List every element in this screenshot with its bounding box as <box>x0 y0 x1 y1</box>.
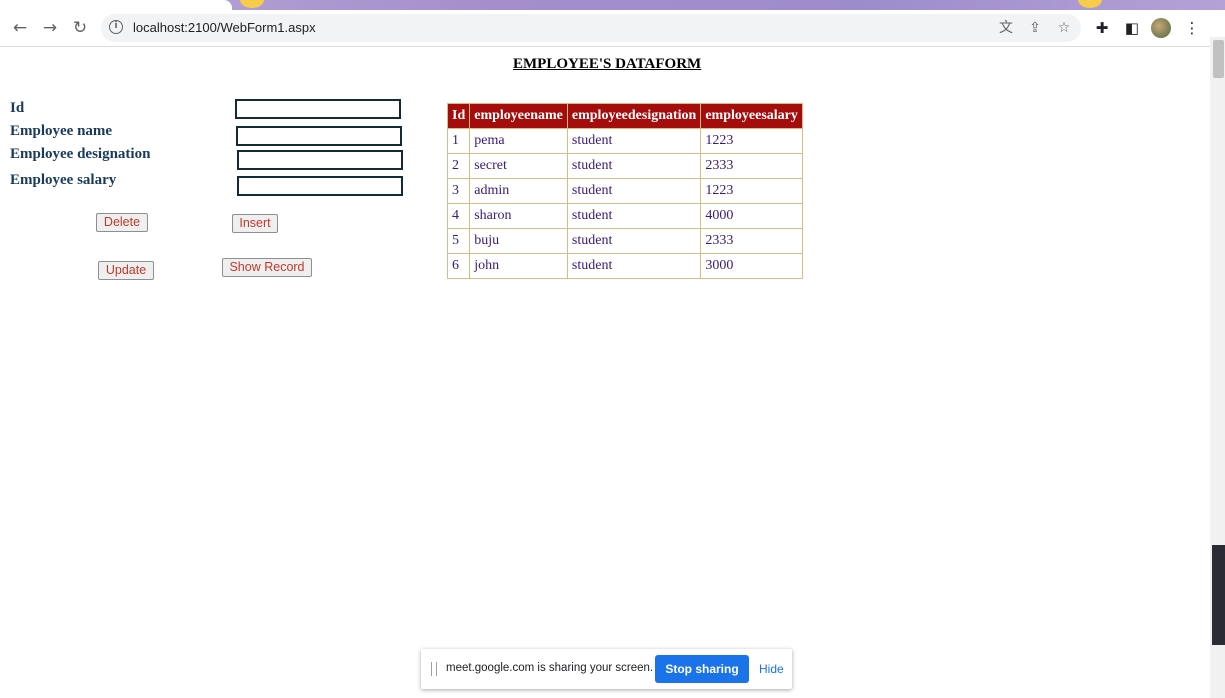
update-button[interactable]: Update <box>98 261 154 280</box>
hide-button[interactable]: Hide <box>759 662 784 676</box>
column-header: employeename <box>469 103 568 129</box>
table-cell: 2 <box>446 153 471 179</box>
employee-name-field[interactable] <box>236 126 402 146</box>
column-header: Id <box>446 103 471 129</box>
table-cell: student <box>566 153 702 179</box>
avatar[interactable] <box>1151 18 1171 38</box>
address-bar[interactable]: i localhost:2100/WebForm1.aspx ⽂ ⇪ ☆ <box>101 14 1081 42</box>
active-tab[interactable] <box>0 0 232 10</box>
table-cell: student <box>566 228 702 254</box>
delete-button[interactable]: Delete <box>96 213 148 232</box>
table-cell: 1223 <box>700 128 803 154</box>
column-header: employeedesignation <box>566 103 702 129</box>
back-icon[interactable]: ← <box>8 16 32 40</box>
share-icon[interactable]: ⇪ <box>1025 18 1045 38</box>
employee-designation-field[interactable] <box>237 150 403 170</box>
translate-icon[interactable]: ⽂ <box>996 18 1016 38</box>
table-cell: pema <box>469 128 568 154</box>
puzzle-icon[interactable]: ✚ <box>1092 18 1112 38</box>
table-cell: sharon <box>469 203 568 229</box>
table-cell: student <box>566 178 702 204</box>
info-icon[interactable]: i <box>109 20 123 34</box>
employee-name-label: Employee name <box>10 123 113 139</box>
table-cell: secret <box>469 153 568 179</box>
table-cell: 1223 <box>700 178 803 204</box>
table-cell: student <box>566 253 702 279</box>
column-header: employeesalary <box>700 103 803 129</box>
star-icon[interactable]: ☆ <box>1054 18 1074 38</box>
table-cell: 3 <box>446 178 471 204</box>
taskbar-edge <box>1212 545 1225 645</box>
scrollbar-thumb[interactable] <box>1213 40 1224 78</box>
show-record-button[interactable]: Show Record <box>222 258 312 277</box>
address-url[interactable]: localhost:2100/WebForm1.aspx <box>133 20 316 35</box>
table-row: 1 pema student 1223 <box>446 128 803 154</box>
table-header-row: Id employeename employeedesignation empl… <box>446 103 803 129</box>
table-row: 5 buju student 2333 <box>446 228 803 254</box>
table-cell: 2333 <box>700 153 803 179</box>
table-cell: buju <box>469 228 568 254</box>
table-cell: 4000 <box>700 203 803 229</box>
table-cell: 2333 <box>700 228 803 254</box>
browser-toolbar: ← → ↻ i localhost:2100/WebForm1.aspx ⽂ ⇪… <box>0 10 1225 47</box>
table-cell: student <box>566 203 702 229</box>
table-cell: john <box>469 253 568 279</box>
sharing-message: meet.google.com is sharing your screen. <box>446 662 654 674</box>
tab-strip <box>0 0 1225 10</box>
stop-sharing-button[interactable]: Stop sharing <box>655 655 749 683</box>
tab-indicator-icon <box>240 0 264 8</box>
table-cell: 1 <box>446 128 471 154</box>
table-cell: 4 <box>446 203 471 229</box>
table-cell: 5 <box>446 228 471 254</box>
tab-indicator-icon <box>1078 0 1102 8</box>
table-row: 2 secret student 2333 <box>446 153 803 179</box>
id-label: Id <box>10 100 25 116</box>
table-row: 6 john student 3000 <box>446 253 803 279</box>
employee-salary-label: Employee salary <box>10 172 117 188</box>
screen-sharing-bar: meet.google.com is sharing your screen. … <box>421 649 792 689</box>
forward-icon[interactable]: → <box>38 16 62 40</box>
employee-salary-field[interactable] <box>237 176 403 196</box>
employee-table: Id employeename employeedesignation empl… <box>446 103 803 279</box>
table-cell: 3000 <box>700 253 803 279</box>
drag-handle-icon[interactable] <box>431 662 437 676</box>
table-row: 3 admin student 1223 <box>446 178 803 204</box>
page-title: EMPLOYEE'S DATAFORM <box>513 56 702 72</box>
table-cell: 6 <box>446 253 471 279</box>
insert-button[interactable]: Insert <box>232 214 278 233</box>
kebab-menu-icon[interactable]: ⋮ <box>1182 18 1202 38</box>
table-cell: admin <box>469 178 568 204</box>
reload-icon[interactable]: ↻ <box>68 16 92 40</box>
side-panel-icon[interactable]: ◧ <box>1122 18 1142 38</box>
table-cell: student <box>566 128 702 154</box>
table-row: 4 sharon student 4000 <box>446 203 803 229</box>
employee-designation-label: Employee designation <box>10 146 151 162</box>
id-field[interactable] <box>235 99 401 119</box>
